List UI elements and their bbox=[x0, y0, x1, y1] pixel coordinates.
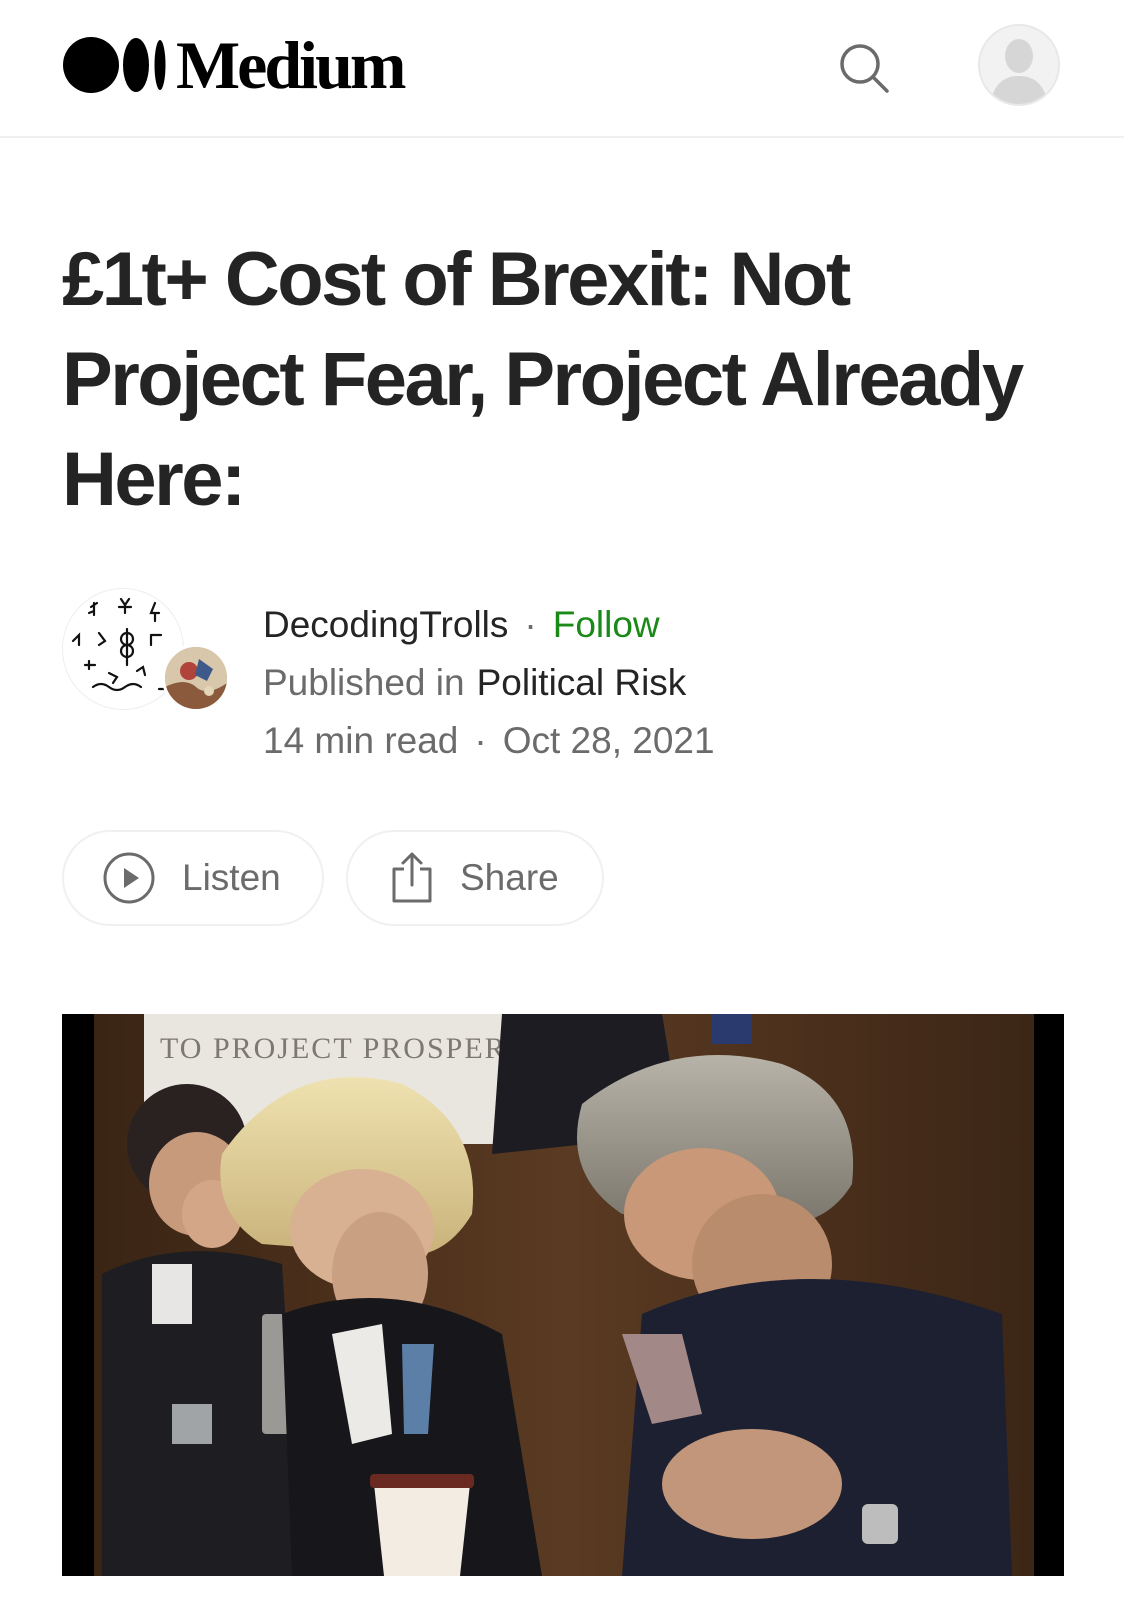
hero-banner-text: TO PROJECT PROSPER bbox=[160, 1032, 507, 1065]
medium-logo[interactable]: Medium bbox=[62, 27, 407, 103]
publication-avatar-icon bbox=[165, 647, 227, 709]
publication-avatar[interactable] bbox=[162, 644, 230, 712]
article-meta: DecodingTrolls · Follow Published in Pol… bbox=[263, 596, 715, 770]
author-name-link[interactable]: DecodingTrolls bbox=[263, 596, 508, 654]
share-button[interactable]: Share bbox=[346, 830, 604, 926]
user-avatar-button[interactable] bbox=[978, 24, 1060, 106]
publication-link[interactable]: Political Risk bbox=[477, 654, 687, 712]
share-label: Share bbox=[460, 857, 559, 898]
share-icon bbox=[392, 852, 432, 903]
medium-wordmark: Medium bbox=[176, 27, 407, 103]
publication-line: Published in Political Risk bbox=[263, 654, 715, 712]
publish-date: Oct 28, 2021 bbox=[502, 720, 715, 761]
author-line: DecodingTrolls · Follow bbox=[263, 596, 715, 654]
listen-button[interactable]: Listen bbox=[62, 830, 324, 926]
play-circle-icon bbox=[103, 852, 155, 904]
search-icon bbox=[840, 44, 889, 93]
read-time-line: 14 min read · Oct 28, 2021 bbox=[263, 712, 715, 770]
listen-label: Listen bbox=[182, 857, 281, 898]
follow-button[interactable]: Follow bbox=[553, 596, 660, 654]
meta-separator: · bbox=[524, 604, 537, 645]
meta-separator: · bbox=[474, 720, 487, 761]
top-app-bar: Medium bbox=[0, 0, 1124, 138]
medium-dots-logo-icon bbox=[63, 37, 166, 93]
hero-photo: TO PROJECT PROSPER bbox=[62, 1014, 1064, 1576]
search-button[interactable] bbox=[836, 40, 892, 96]
published-in-label: Published in bbox=[263, 662, 465, 703]
article-hero-image: TO PROJECT PROSPER bbox=[62, 1014, 1064, 1576]
user-avatar-icon bbox=[990, 39, 1048, 104]
read-time: 14 min read bbox=[263, 720, 459, 761]
article-title: £1t+ Cost of Brexit: Not Project Fear, P… bbox=[62, 237, 1024, 522]
